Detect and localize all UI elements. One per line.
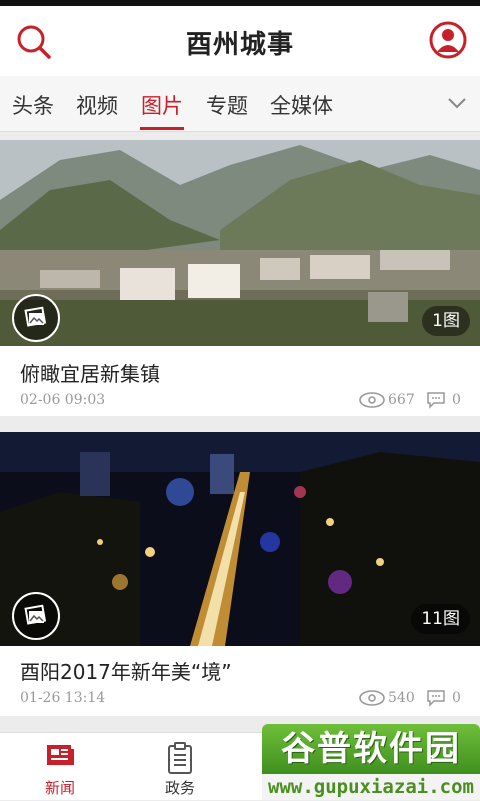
nav-news[interactable]: 新闻 xyxy=(0,733,120,801)
app-title: 酉州城事 xyxy=(185,30,294,60)
comment-count: 0 xyxy=(452,392,461,408)
watermark-url: www.gupuxiazai.com xyxy=(262,774,480,800)
active-tab-indicator xyxy=(140,127,184,130)
view-count: 540 xyxy=(388,690,415,706)
tab-video[interactable]: 视频 xyxy=(76,90,118,120)
card-title[interactable]: 酉阳2017年新年美“境” xyxy=(20,656,232,685)
card-date: 02-06 09:03 xyxy=(20,392,106,408)
tab-headlines[interactable]: 头条 xyxy=(12,90,54,120)
view-count: 667 xyxy=(388,392,415,408)
eye-icon xyxy=(358,391,386,413)
user-avatar-icon[interactable] xyxy=(428,20,468,60)
photo-card[interactable]: 1图 俯瞰宜居新集镇 02-06 09:03 667 0 xyxy=(0,140,480,416)
card-title[interactable]: 俯瞰宜居新集镇 xyxy=(20,358,160,387)
clipboard-icon xyxy=(168,742,192,774)
watermark-name: 谷普软件园 xyxy=(262,724,480,774)
nav-news-label: 新闻 xyxy=(44,779,75,797)
newspaper-icon xyxy=(47,745,74,765)
card-image[interactable] xyxy=(0,432,480,646)
tab-all-media[interactable]: 全媒体 xyxy=(270,90,333,120)
tab-pictures[interactable]: 图片 xyxy=(141,90,183,120)
comment-icon[interactable] xyxy=(426,391,446,413)
album-icon xyxy=(12,294,60,342)
card-image[interactable] xyxy=(0,140,480,346)
comment-count: 0 xyxy=(452,690,461,706)
tab-topics[interactable]: 专题 xyxy=(206,90,248,120)
album-icon xyxy=(12,592,60,640)
category-tabs: 头条 视频 图片 专题 全媒体 xyxy=(0,76,480,132)
photo-card[interactable]: 11图 酉阳2017年新年美“境” 01-26 13:14 540 0 xyxy=(0,432,480,716)
chevron-down-icon[interactable] xyxy=(446,94,468,112)
eye-icon xyxy=(358,689,386,711)
image-count-badge: 11图 xyxy=(411,604,470,634)
nav-government[interactable]: 政务 xyxy=(120,733,240,801)
watermark-logo: 谷普软件园 www.gupuxiazai.com xyxy=(262,724,480,800)
nav-government-label: 政务 xyxy=(164,779,195,797)
image-count-badge: 1图 xyxy=(422,306,470,336)
card-date: 01-26 13:14 xyxy=(20,690,106,706)
comment-icon[interactable] xyxy=(426,689,446,711)
app-header: 酉州城事 xyxy=(0,6,480,76)
